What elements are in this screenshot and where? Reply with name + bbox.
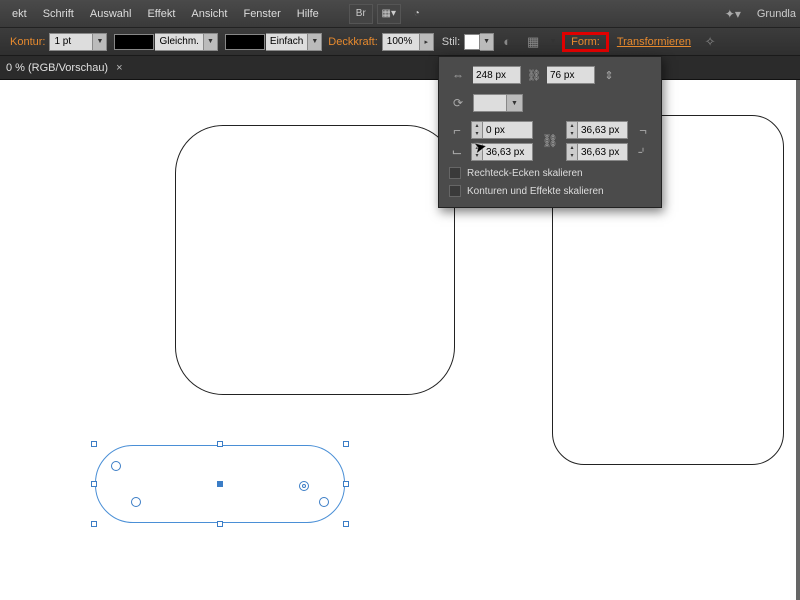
- workspace-label[interactable]: Grundla: [757, 8, 796, 20]
- control-bar: Kontur: 1 pt ▼ Gleichm. ▼ Einfach ▼ Deck…: [0, 28, 800, 56]
- corner-br-stepper[interactable]: ▴▾: [566, 143, 578, 161]
- bounding-box: [91, 441, 349, 527]
- height-icon: ⇕: [601, 69, 617, 82]
- scale-corners-label: Rechteck-Ecken skalieren: [467, 168, 583, 179]
- rotation-dropdown[interactable]: ▼: [507, 94, 523, 112]
- menu-ansicht[interactable]: Ansicht: [183, 0, 235, 28]
- link-corners-icon[interactable]: ⛓: [540, 133, 560, 149]
- isolate-icon[interactable]: ✧: [700, 32, 720, 52]
- opacity-dropdown[interactable]: ▸: [420, 33, 434, 51]
- corner-type-bl-icon[interactable]: ⌙: [449, 144, 465, 160]
- brush-field[interactable]: Einfach: [266, 33, 308, 51]
- style-dropdown[interactable]: ▼: [480, 33, 494, 51]
- bridge-icon[interactable]: Br: [349, 4, 373, 24]
- stroke-weight-dropdown[interactable]: ▼: [93, 33, 107, 51]
- document-tab-title[interactable]: 0 % (RGB/Vorschau): [6, 62, 108, 74]
- corner-tl-field[interactable]: ▴▾: [471, 121, 534, 139]
- corner-type-tl-icon[interactable]: ⌐: [449, 123, 465, 138]
- resize-handle-tm[interactable]: [217, 441, 223, 447]
- gpu-icon[interactable]: ◔: [405, 4, 429, 24]
- width-icon: ⇔: [449, 68, 467, 82]
- menu-schrift[interactable]: Schrift: [35, 0, 82, 28]
- corner-widget-tl[interactable]: [111, 461, 121, 471]
- corner-widget-br[interactable]: [319, 497, 329, 507]
- brush-dropdown[interactable]: ▼: [308, 33, 322, 51]
- corner-widget-bl[interactable]: [131, 497, 141, 507]
- scale-strokes-checkbox[interactable]: [449, 185, 461, 197]
- stroke-profile-field[interactable]: Gleichm.: [155, 33, 203, 51]
- corner-tl-stepper[interactable]: ▴▾: [471, 121, 483, 139]
- corner-bl-field[interactable]: ▴▾: [471, 143, 534, 161]
- rounded-rect-shape-1[interactable]: [175, 125, 455, 395]
- transform-link[interactable]: Transformieren: [617, 36, 691, 48]
- menu-hilfe[interactable]: Hilfe: [289, 0, 327, 28]
- menu-auswahl[interactable]: Auswahl: [82, 0, 140, 28]
- recolor-icon[interactable]: ◐: [497, 32, 517, 52]
- shape-properties-panel: ⇔ ⛓ ⇕ ⟳ 0° ▼ ⌐ ▴▾ ⛓ ▴▾ ¬ ⌙ ▴▾: [438, 56, 662, 208]
- resize-handle-tr[interactable]: [343, 441, 349, 447]
- stroke-profile-swatch[interactable]: [114, 34, 154, 50]
- corner-tl-input[interactable]: [483, 121, 533, 139]
- stroke-profile-dropdown[interactable]: ▼: [204, 33, 218, 51]
- brush-swatch[interactable]: [225, 34, 265, 50]
- width-field[interactable]: [473, 66, 521, 84]
- center-point[interactable]: [217, 481, 223, 487]
- resize-handle-ml[interactable]: [91, 481, 97, 487]
- stil-label: Stil:: [442, 36, 460, 48]
- resize-handle-bm[interactable]: [217, 521, 223, 527]
- corner-tr-stepper[interactable]: ▴▾: [566, 121, 578, 139]
- rotation-value[interactable]: 0°: [473, 94, 507, 112]
- height-input[interactable]: [547, 66, 595, 84]
- canvas[interactable]: [0, 80, 800, 600]
- width-input[interactable]: [473, 66, 521, 84]
- link-wh-icon[interactable]: ⛓: [527, 66, 541, 84]
- sync-icon[interactable]: ✦▾: [725, 7, 741, 21]
- align-icon[interactable]: ▦: [523, 32, 543, 52]
- form-button-highlighted[interactable]: Form:: [562, 32, 609, 52]
- corner-bl-input[interactable]: [483, 143, 533, 161]
- menubar: ekt Schrift Auswahl Effekt Ansicht Fenst…: [0, 0, 800, 28]
- deckkraft-label: Deckkraft:: [328, 36, 378, 48]
- corner-widget-tr[interactable]: [299, 481, 309, 491]
- corner-type-tr-icon[interactable]: ¬: [635, 123, 651, 138]
- resize-handle-bl[interactable]: [91, 521, 97, 527]
- corner-tr-field[interactable]: ▴▾: [566, 121, 629, 139]
- corner-tr-input[interactable]: [578, 121, 628, 139]
- corner-br-field[interactable]: ▴▾: [566, 143, 629, 161]
- scale-strokes-label: Konturen und Effekte skalieren: [467, 186, 604, 197]
- corner-type-br-icon[interactable]: ⌏: [635, 144, 651, 160]
- height-field[interactable]: [547, 66, 595, 84]
- resize-handle-br[interactable]: [343, 521, 349, 527]
- scale-corners-checkbox[interactable]: [449, 167, 461, 179]
- document-tab-bar: 0 % (RGB/Vorschau) ×: [0, 56, 800, 80]
- opacity-field[interactable]: 100%: [382, 33, 420, 51]
- scrollbar-vertical[interactable]: [796, 80, 800, 600]
- corner-br-input[interactable]: [578, 143, 628, 161]
- selected-shape[interactable]: [95, 445, 345, 523]
- kontur-label: Kontur:: [10, 36, 45, 48]
- stroke-weight-field[interactable]: 1 pt: [49, 33, 93, 51]
- menu-fenster[interactable]: Fenster: [235, 0, 288, 28]
- rotation-field[interactable]: 0° ▼: [473, 94, 523, 112]
- corner-bl-stepper[interactable]: ▴▾: [471, 143, 483, 161]
- menu-effekt[interactable]: Effekt: [139, 0, 183, 28]
- align-dropdown[interactable]: ▼: [546, 33, 560, 51]
- style-swatch[interactable]: [464, 34, 480, 50]
- rotate-icon: ⟳: [449, 96, 467, 110]
- document-tab-close-icon[interactable]: ×: [116, 62, 122, 74]
- resize-handle-tl[interactable]: [91, 441, 97, 447]
- menu-objekt[interactable]: ekt: [4, 0, 35, 28]
- arrange-docs-icon[interactable]: ▦▾: [377, 4, 401, 24]
- resize-handle-mr[interactable]: [343, 481, 349, 487]
